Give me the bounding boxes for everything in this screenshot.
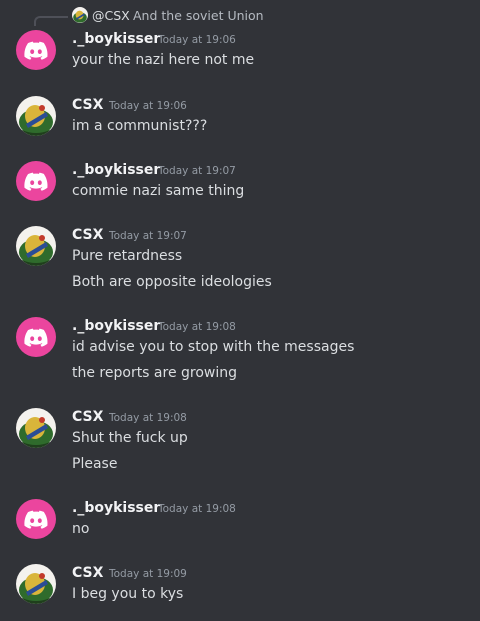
author-name[interactable]: CSX [72,409,103,425]
csx-avatar[interactable] [16,96,56,136]
reply-avatar [72,7,88,23]
timestamp: Today at 19:09 [109,568,187,580]
author-name[interactable]: CSX [72,565,103,581]
csx-profile-picture [16,96,56,136]
author-name[interactable]: CSX [72,97,103,113]
csx-avatar[interactable] [16,564,56,604]
timestamp: Today at 19:07 [158,165,236,177]
message-text: Pure retardness [72,248,183,264]
author-name[interactable]: CSX [72,227,103,243]
reply-preview[interactable]: @CSX And the soviet Union [0,5,480,26]
timestamp: Today at 19:08 [158,503,236,515]
timestamp: Today at 19:07 [109,230,187,242]
message-text: I beg you to kys [72,586,184,602]
csx-profile-picture [16,564,56,604]
author-name[interactable]: ._boykisser [72,318,160,334]
reply-author[interactable]: @CSX [92,8,130,23]
message-text: Both are opposite ideologies [72,274,272,290]
csx-avatar[interactable] [16,408,56,448]
message-text: Shut the fuck up [72,430,188,446]
discord-avatar[interactable] [16,317,56,357]
csx-profile-picture [16,226,56,266]
csx-profile-picture [16,408,56,448]
message-text: your the nazi here not me [72,52,255,68]
author-name[interactable]: ._boykisser [72,162,160,178]
discord-logo-icon [24,328,48,347]
message-text: commie nazi same thing [72,183,245,199]
message-text: no [72,521,90,537]
timestamp: Today at 19:06 [109,100,187,112]
message-text: im a communist??? [72,118,208,134]
message-text: the reports are growing [72,365,238,381]
message-text: Please [72,456,118,472]
discord-avatar[interactable] [16,499,56,539]
timestamp: Today at 19:08 [158,321,236,333]
reply-connector [34,16,68,26]
discord-logo-icon [24,510,48,529]
author-name[interactable]: ._boykisser [72,31,160,47]
discord-logo-icon [24,172,48,191]
author-name[interactable]: ._boykisser [72,500,160,516]
discord-avatar[interactable] [16,161,56,201]
discord-avatar[interactable] [16,30,56,70]
timestamp: Today at 19:06 [158,34,236,46]
timestamp: Today at 19:08 [109,412,187,424]
csx-avatar[interactable] [16,226,56,266]
message-text: id advise you to stop with the messages [72,339,355,355]
reply-text[interactable]: And the soviet Union [133,8,264,23]
discord-logo-icon [24,41,48,60]
